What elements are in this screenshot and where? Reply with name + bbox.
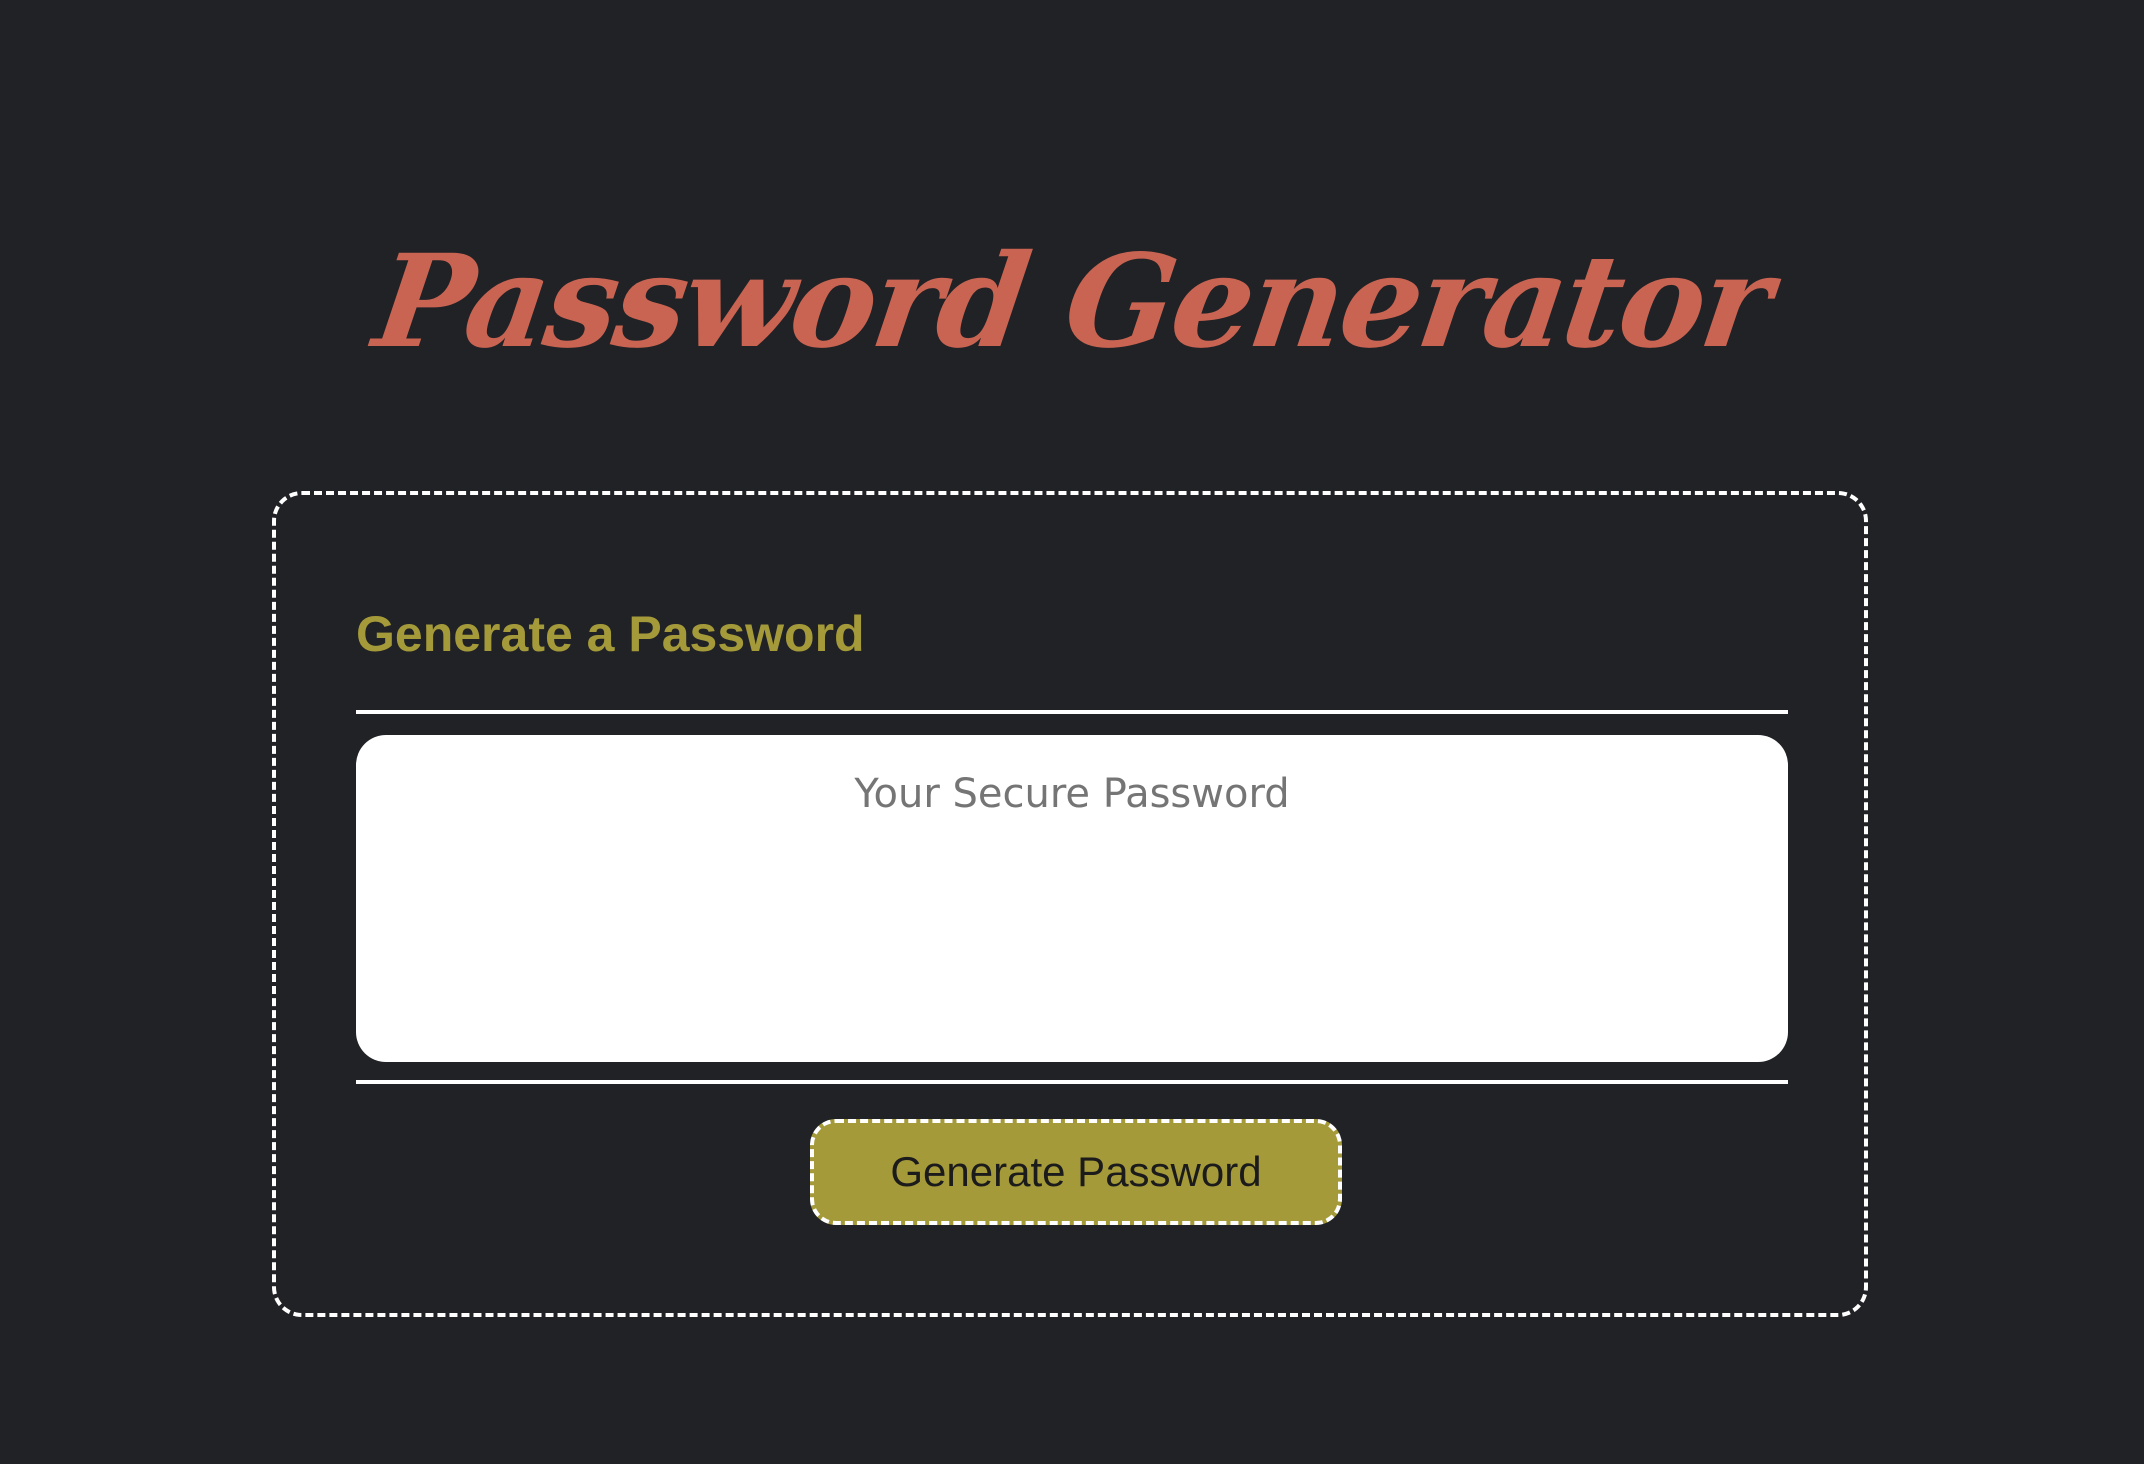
password-output[interactable] [356, 735, 1788, 1062]
password-card: Generate a Password Generate Password [272, 491, 1868, 1317]
card-header: Generate a Password [356, 606, 865, 662]
bottom-divider [356, 1080, 1788, 1084]
page-title: Password Generator [366, 226, 1778, 377]
top-divider [356, 710, 1788, 714]
generate-password-button[interactable]: Generate Password [810, 1119, 1342, 1225]
